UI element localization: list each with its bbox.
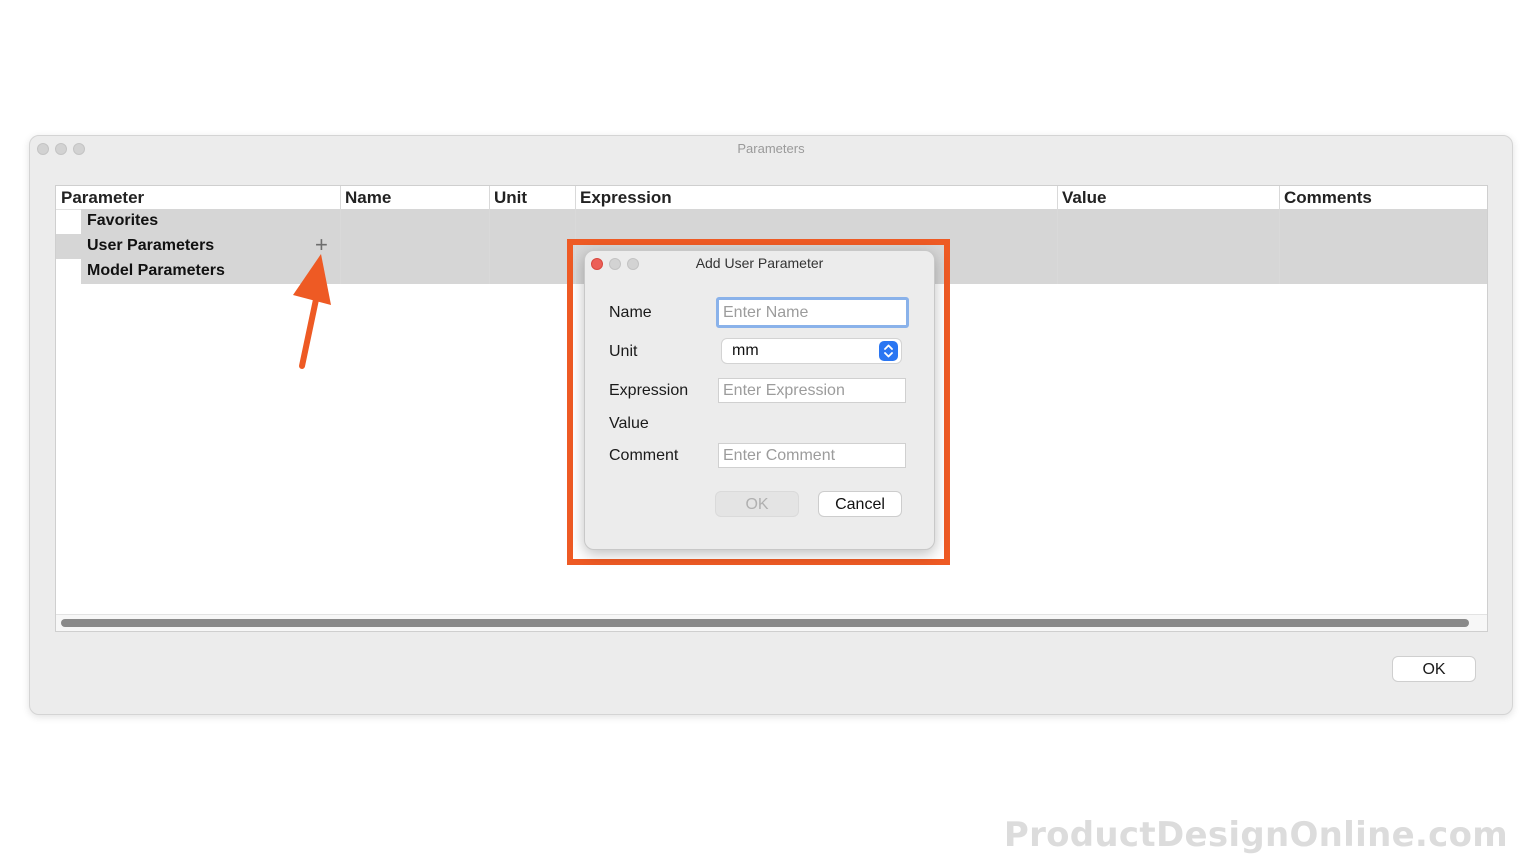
arrow-annotation-icon bbox=[293, 254, 331, 369]
unit-value: mm bbox=[732, 342, 759, 359]
horizontal-scrollbar[interactable] bbox=[56, 614, 1487, 631]
column-header-comments[interactable]: Comments bbox=[1284, 188, 1372, 208]
name-field[interactable] bbox=[716, 297, 909, 328]
chevron-up-down-icon bbox=[879, 341, 898, 361]
row-label: Favorites bbox=[87, 212, 159, 229]
dialog-ok-button[interactable]: OK bbox=[715, 491, 799, 517]
table-header: Parameter Name Unit Expression Value Com… bbox=[56, 186, 1487, 210]
column-header-name[interactable]: Name bbox=[345, 188, 391, 208]
row-label: Model Parameters bbox=[87, 262, 225, 279]
row-label: User Parameters bbox=[87, 237, 215, 254]
comment-field[interactable] bbox=[718, 443, 906, 468]
dialog-title: Add User Parameter bbox=[695, 255, 824, 271]
ok-button[interactable]: OK bbox=[1392, 656, 1476, 682]
column-divider bbox=[489, 186, 490, 284]
table-row-favorites[interactable]: Favorites bbox=[56, 209, 1487, 234]
expression-label: Expression bbox=[609, 382, 689, 399]
column-header-value[interactable]: Value bbox=[1062, 188, 1106, 208]
dialog-cancel-button[interactable]: Cancel bbox=[818, 491, 902, 517]
column-header-expression[interactable]: Expression bbox=[580, 188, 672, 208]
comment-label: Comment bbox=[609, 447, 679, 464]
unit-label: Unit bbox=[609, 343, 638, 360]
name-label: Name bbox=[609, 304, 652, 321]
column-divider bbox=[1057, 186, 1058, 284]
add-user-parameter-dialog: Add User Parameter Name Unit mm Expressi… bbox=[584, 250, 935, 550]
column-header-unit[interactable]: Unit bbox=[494, 188, 527, 208]
window-titlebar: Parameters bbox=[30, 136, 1512, 162]
watermark-text: ProductDesignOnline.com bbox=[1003, 815, 1508, 855]
unit-select[interactable]: mm bbox=[721, 338, 902, 364]
expression-field[interactable] bbox=[718, 378, 906, 403]
value-label: Value bbox=[609, 415, 649, 432]
column-header-parameter[interactable]: Parameter bbox=[61, 188, 144, 208]
window-title: Parameters bbox=[737, 141, 805, 156]
scrollbar-thumb[interactable] bbox=[61, 619, 1469, 627]
column-divider bbox=[1279, 186, 1280, 284]
